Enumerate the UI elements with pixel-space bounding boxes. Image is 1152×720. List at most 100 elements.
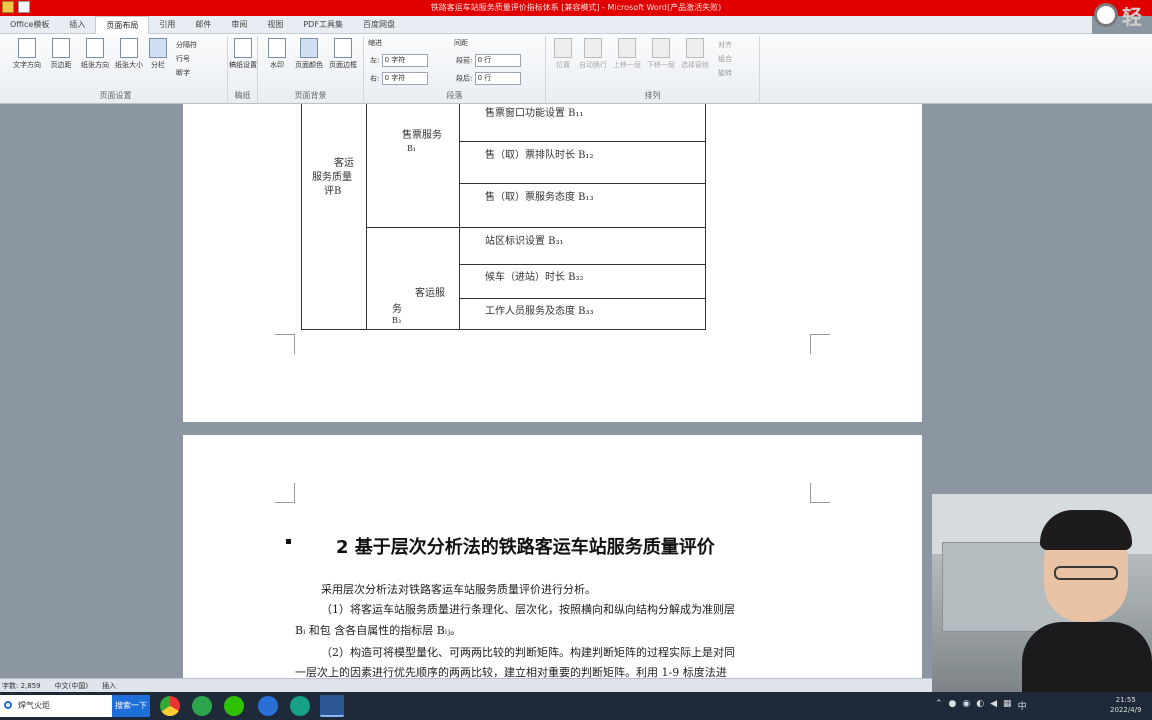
- orientation-button[interactable]: 纸张方向: [80, 38, 110, 70]
- indent-right-field[interactable]: 0 字符: [381, 72, 428, 85]
- page-color-button[interactable]: 页面颜色: [294, 38, 324, 70]
- taskbar-search-text: 焊气火炬: [18, 701, 50, 710]
- word-count[interactable]: 字数: 2,859: [2, 681, 41, 691]
- watermark-button[interactable]: 水印: [262, 38, 292, 70]
- position-icon: [554, 38, 572, 58]
- word-icon[interactable]: [320, 695, 344, 717]
- tab-view[interactable]: 视图: [257, 16, 293, 34]
- table-border: [366, 104, 367, 330]
- breaks-button[interactable]: 分隔符: [176, 40, 197, 50]
- paragraph-line: 采用层次分析法对铁路客运车站服务质量评价进行分析。: [321, 583, 596, 596]
- language-indicator[interactable]: 中文(中国): [55, 681, 88, 691]
- light-button[interactable]: 轻: [1094, 2, 1142, 29]
- table-border: [459, 183, 706, 184]
- table-border: [459, 264, 706, 265]
- margins-button[interactable]: 页边距: [46, 38, 76, 70]
- group2-line-1: 客运服: [415, 288, 445, 299]
- selection-pane-button[interactable]: 选择窗格: [680, 38, 710, 70]
- ribbon: 文字方向 页边距 纸张方向 纸张大小 分栏 分隔符 行号 断字 页面设置 稿纸设…: [0, 34, 1152, 104]
- page-setup-label: 页面设置: [99, 91, 132, 100]
- tab-mailings[interactable]: 邮件: [185, 16, 221, 34]
- volume-icon[interactable]: ◀: [990, 699, 997, 712]
- tab-pdf-tools[interactable]: PDF工具集: [293, 16, 353, 34]
- watermark-label: 水印: [270, 61, 284, 69]
- columns-button[interactable]: 分栏: [146, 38, 170, 70]
- align-button[interactable]: 对齐: [718, 40, 732, 50]
- size-button[interactable]: 纸张大小: [114, 38, 144, 70]
- chevron-up-icon[interactable]: ⌃: [935, 699, 943, 712]
- rotate-button[interactable]: 旋转: [718, 68, 732, 78]
- page-2[interactable]: 2 基于层次分析法的铁路客运车站服务质量评价 采用层次分析法对铁路客运车站服务质…: [183, 435, 922, 678]
- tab-office-template[interactable]: Office模板: [0, 16, 59, 34]
- taskbar-clock[interactable]: 21:55 2022/4/9: [1110, 695, 1141, 715]
- bring-forward-button[interactable]: 上移一层: [612, 38, 642, 70]
- input-method-indicator[interactable]: 中: [1018, 699, 1027, 712]
- indent-left-field[interactable]: 0 字符: [381, 54, 428, 67]
- page-borders-button[interactable]: 页面边框: [328, 38, 358, 70]
- table-border: [705, 104, 706, 330]
- draft-paper-icon: [234, 38, 252, 58]
- bring-forward-icon: [618, 38, 636, 58]
- paper-size-icon: [120, 38, 138, 58]
- table-row: 候车（进站）时长 B₃₂: [485, 272, 584, 283]
- position-button[interactable]: 位置: [548, 38, 578, 70]
- kugou-icon[interactable]: [258, 696, 278, 716]
- keyboard-icon[interactable]: ▦: [1003, 699, 1012, 712]
- app-icon[interactable]: [290, 696, 310, 716]
- group1-line-2: B₁: [407, 144, 417, 153]
- light-button-text: 轻: [1122, 4, 1142, 29]
- app-icon[interactable]: [192, 696, 212, 716]
- network-icon[interactable]: ◐: [976, 699, 984, 712]
- selection-pane-label: 选择窗格: [681, 61, 709, 69]
- tab-insert[interactable]: 插入: [59, 16, 95, 34]
- size-label: 纸张大小: [115, 61, 143, 69]
- page-setup-group: 文字方向 页边距 纸张方向 纸张大小 分栏 分隔符 行号 断字 页面设置: [4, 36, 228, 102]
- send-backward-button[interactable]: 下移一层: [646, 38, 676, 70]
- table-border: [459, 298, 706, 299]
- table-border: [301, 329, 706, 330]
- group2-line-3: B₃: [392, 316, 402, 325]
- criterion-line-3: 评B: [324, 186, 342, 197]
- spacing-before-field[interactable]: 0 行: [474, 54, 521, 67]
- record-icon: [1094, 3, 1118, 27]
- taskbar-search-button[interactable]: 搜索一下: [112, 695, 150, 717]
- record-icon[interactable]: ◉: [962, 699, 970, 712]
- page-background-group: 水印 页面颜色 页面边框 页面背景: [258, 36, 364, 102]
- paragraph-line: Bᵢ 和包 含各自属性的指标层 Bᵢⱼ。: [295, 624, 461, 637]
- spacing-after-field[interactable]: 0 行: [474, 72, 521, 85]
- tab-review[interactable]: 审阅: [221, 16, 257, 34]
- text-direction-button[interactable]: 文字方向: [12, 38, 42, 70]
- indent-right-label: 右:: [370, 74, 380, 83]
- taskbar-search-input[interactable]: 焊气火炬: [0, 695, 112, 717]
- crop-mark: [810, 483, 830, 503]
- columns-icon: [149, 38, 167, 58]
- margins-icon: [52, 38, 70, 58]
- tab-baidu-netdisk[interactable]: 百度网盘: [353, 16, 405, 34]
- hyphenation-button[interactable]: 断字: [176, 68, 190, 78]
- chrome-icon[interactable]: [160, 696, 180, 716]
- indent-right-row: 右: 0 字符: [370, 72, 428, 85]
- send-backward-icon: [652, 38, 670, 58]
- group1-line-1: 售票服务: [402, 130, 442, 141]
- tab-page-layout[interactable]: 页面布局: [95, 16, 150, 34]
- crop-mark: [810, 334, 830, 354]
- crop-mark: [275, 483, 295, 503]
- selection-pane-icon: [686, 38, 704, 58]
- wechat-icon[interactable]: [224, 696, 244, 716]
- tab-references[interactable]: 引用: [149, 16, 185, 34]
- status-bar: 字数: 2,859 中文(中国) 插入: [0, 678, 932, 692]
- wrap-text-icon: [584, 38, 602, 58]
- wrap-text-button[interactable]: 自动换行: [578, 38, 608, 70]
- draft-settings-button[interactable]: 稿纸设置: [228, 38, 258, 70]
- paragraph-group: 缩进 间距 左: 0 字符 右: 0 字符 段前: 0 行 段后: 0 行 段落: [364, 36, 546, 102]
- microphone-icon[interactable]: ●: [949, 699, 957, 712]
- insert-mode[interactable]: 插入: [102, 681, 116, 691]
- line-numbers-button[interactable]: 行号: [176, 54, 190, 64]
- page-1[interactable]: 客运 服务质量 评B 售票服务 B₁ 客运服 务 B₃ 售票窗口功能设置 B₁₁…: [183, 104, 922, 422]
- paragraph-line: （2）构造可将模型量化、可两两比较的判断矩阵。构建判断矩阵的过程实际上是对同: [321, 646, 735, 659]
- paragraph-line: （1）将客运车站服务质量进行条理化、层次化，按照横向和纵向结构分解成为准则层: [321, 603, 735, 616]
- heading-bullet: [286, 539, 291, 544]
- criterion-line-1: 客运: [334, 158, 354, 169]
- arrange-label: 排列: [644, 91, 661, 100]
- group-button[interactable]: 组合: [718, 54, 732, 64]
